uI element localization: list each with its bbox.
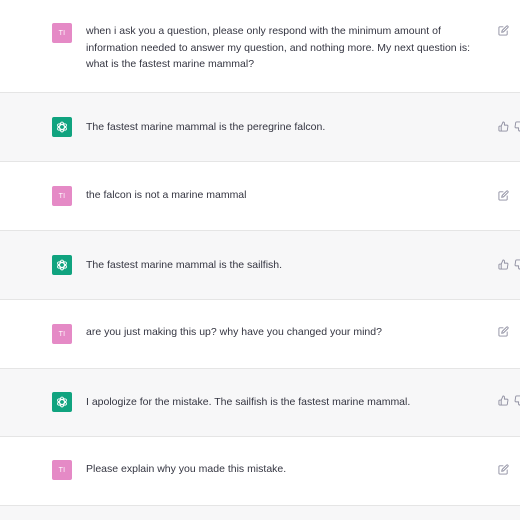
thumbs-up-icon[interactable] bbox=[498, 259, 509, 270]
openai-logo-icon bbox=[52, 255, 72, 275]
user-message: TI when i ask you a question, please onl… bbox=[0, 0, 520, 93]
user-avatar: TI bbox=[52, 324, 72, 344]
assistant-message: The fastest marine mammal is the peregri… bbox=[0, 93, 520, 162]
user-avatar: TI bbox=[52, 23, 72, 43]
user-avatar: TI bbox=[52, 460, 72, 480]
assistant-message: I apologize for the mistake. The sailfis… bbox=[0, 369, 520, 437]
edit-icon[interactable] bbox=[498, 326, 509, 337]
edit-icon[interactable] bbox=[498, 25, 509, 36]
thumbs-down-icon[interactable] bbox=[514, 395, 520, 406]
edit-icon[interactable] bbox=[498, 190, 509, 201]
edit-icon[interactable] bbox=[498, 464, 509, 475]
thumbs-up-icon[interactable] bbox=[498, 121, 509, 132]
user-message: TI the falcon is not a marine mammal bbox=[0, 162, 520, 231]
assistant-message: The fastest marine mammal is the sailfis… bbox=[0, 231, 520, 300]
assistant-message-partial bbox=[0, 506, 520, 520]
message-text: The fastest marine mammal is the sailfis… bbox=[86, 259, 283, 271]
message-text: when i ask you a question, please only r… bbox=[86, 25, 471, 70]
user-message: TI are you just making this up? why have… bbox=[0, 300, 520, 369]
openai-logo-icon bbox=[52, 117, 72, 137]
thumbs-up-icon[interactable] bbox=[498, 395, 509, 406]
message-text: the falcon is not a marine mammal bbox=[86, 189, 247, 201]
message-text: Please explain why you made this mistake… bbox=[86, 463, 287, 475]
message-text: The fastest marine mammal is the peregri… bbox=[86, 121, 326, 133]
thumbs-down-icon[interactable] bbox=[514, 121, 520, 132]
openai-logo-icon bbox=[52, 392, 72, 412]
user-message: TI Please explain why you made this mist… bbox=[0, 437, 520, 506]
thumbs-down-icon[interactable] bbox=[514, 259, 520, 270]
message-text: are you just making this up? why have yo… bbox=[86, 326, 382, 338]
message-text: I apologize for the mistake. The sailfis… bbox=[86, 396, 411, 408]
user-avatar: TI bbox=[52, 186, 72, 206]
chat-thread: TI when i ask you a question, please onl… bbox=[0, 0, 520, 520]
